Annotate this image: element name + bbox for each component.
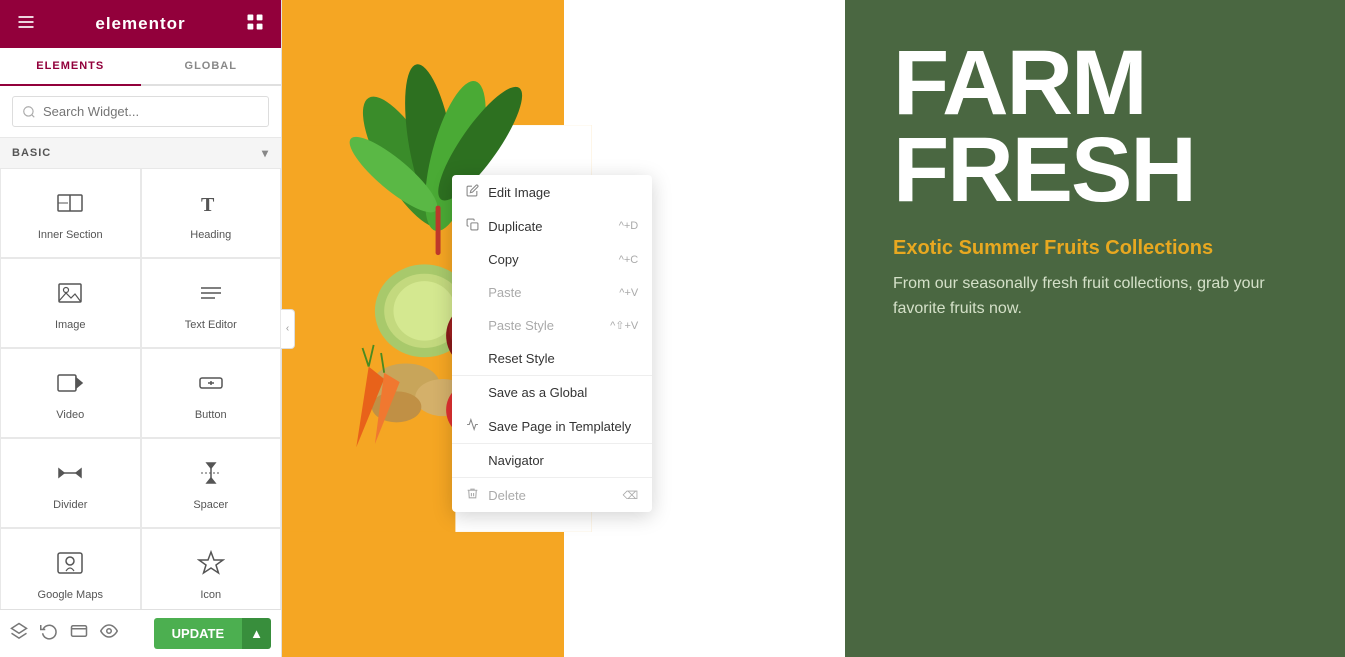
- google-maps-icon: [56, 549, 84, 581]
- left-panel: elementor ELEMENTS GLOBAL BASIC ▾ Inner …: [0, 0, 282, 657]
- history-icon[interactable]: [40, 622, 58, 645]
- widget-inner-section[interactable]: Inner Section: [0, 168, 141, 258]
- widget-google-maps[interactable]: Google Maps: [0, 528, 141, 609]
- widget-heading[interactable]: T Heading: [141, 168, 282, 258]
- collapse-panel-handle[interactable]: ‹: [281, 309, 295, 349]
- heading-icon: T: [197, 189, 225, 221]
- widget-button[interactable]: Button: [141, 348, 282, 438]
- search-input[interactable]: [12, 96, 269, 127]
- title-line2: FRESH: [893, 127, 1297, 214]
- update-dropdown-button[interactable]: ▲: [242, 618, 271, 649]
- search-box: [0, 86, 281, 138]
- text-editor-icon: [197, 279, 225, 311]
- basic-section-label: BASIC ▾: [0, 138, 281, 168]
- context-menu-copy[interactable]: Copy ^+C: [452, 243, 652, 276]
- edit-image-icon: [466, 184, 480, 200]
- main-canvas: Edit Image Duplicate ^+D Copy ^+C Paste: [282, 0, 845, 657]
- image-icon: [56, 279, 84, 311]
- context-menu-duplicate[interactable]: Duplicate ^+D: [452, 209, 652, 243]
- bottom-toolbar: UPDATE ▲: [0, 609, 281, 657]
- delete-icon: [466, 487, 480, 503]
- context-menu-navigator[interactable]: Navigator: [452, 443, 652, 477]
- delete-label: Delete: [488, 488, 526, 503]
- copy-shortcut: ^+C: [619, 254, 639, 266]
- save-templately-icon: [466, 418, 480, 434]
- chevron-icon[interactable]: ▾: [262, 146, 269, 160]
- title-line1: FARM: [893, 40, 1297, 127]
- widget-grid: Inner Section T Heading Image Text Edito…: [0, 168, 281, 609]
- widget-icon-label: Icon: [200, 589, 221, 601]
- widget-video[interactable]: Video: [0, 348, 141, 438]
- widget-video-label: Video: [56, 409, 84, 421]
- duplicate-icon: [466, 218, 480, 234]
- widget-heading-label: Heading: [190, 229, 231, 241]
- button-icon: [197, 369, 225, 401]
- tab-global[interactable]: GLOBAL: [141, 48, 282, 84]
- hamburger-icon[interactable]: [16, 12, 36, 37]
- right-panel: FARM FRESH Exotic Summer Fruits Collecti…: [845, 0, 1345, 657]
- context-menu-paste-style: Paste Style ^⇧+V: [452, 309, 652, 342]
- context-menu: Edit Image Duplicate ^+D Copy ^+C Paste: [452, 175, 652, 512]
- spacer-icon: [197, 459, 225, 491]
- widget-image[interactable]: Image: [0, 258, 141, 348]
- responsive-icon[interactable]: [70, 622, 88, 645]
- duplicate-shortcut: ^+D: [619, 220, 639, 232]
- top-bar: elementor: [0, 0, 281, 48]
- subtitle: Exotic Summer Fruits Collections: [893, 235, 1297, 261]
- layers-icon[interactable]: [10, 622, 28, 645]
- widget-button-label: Button: [195, 409, 227, 421]
- context-menu-edit-image[interactable]: Edit Image: [452, 175, 652, 209]
- update-button[interactable]: UPDATE: [154, 618, 242, 649]
- widget-icon[interactable]: Icon: [141, 528, 282, 609]
- widget-divider[interactable]: Divider: [0, 438, 141, 528]
- panel-tabs: ELEMENTS GLOBAL: [0, 48, 281, 86]
- tab-elements[interactable]: ELEMENTS: [0, 48, 141, 86]
- widget-image-label: Image: [55, 319, 86, 331]
- widget-divider-label: Divider: [53, 499, 87, 511]
- farm-fresh-title: FARM FRESH: [893, 40, 1297, 215]
- elementor-logo: elementor: [95, 14, 185, 34]
- save-global-label: Save as a Global: [488, 385, 587, 400]
- tool-icons: [10, 622, 118, 645]
- svg-text:T: T: [201, 194, 215, 216]
- video-icon: [56, 369, 84, 401]
- inner-section-icon: [56, 189, 84, 221]
- paste-label: Paste: [488, 285, 521, 300]
- basic-label: BASIC: [12, 147, 51, 159]
- paste-shortcut: ^+V: [619, 287, 638, 299]
- widget-text-editor-label: Text Editor: [185, 319, 237, 331]
- reset-style-label: Reset Style: [488, 351, 554, 366]
- paste-style-shortcut: ^⇧+V: [610, 319, 638, 332]
- grid-icon[interactable]: [245, 12, 265, 37]
- widget-spacer[interactable]: Spacer: [141, 438, 282, 528]
- context-menu-paste: Paste ^+V: [452, 276, 652, 309]
- context-menu-save-templately[interactable]: Save Page in Templately: [452, 409, 652, 443]
- copy-label: Copy: [488, 252, 518, 267]
- navigator-label: Navigator: [488, 453, 544, 468]
- eye-icon[interactable]: [100, 622, 118, 645]
- edit-image-label: Edit Image: [488, 185, 550, 200]
- update-button-group: UPDATE ▲: [154, 618, 271, 649]
- paste-style-label: Paste Style: [488, 318, 554, 333]
- widget-google-maps-label: Google Maps: [38, 589, 103, 601]
- delete-shortcut: ⌫: [623, 489, 639, 502]
- icon-widget-icon: [197, 549, 225, 581]
- save-templately-label: Save Page in Templately: [488, 419, 631, 434]
- divider-icon: [56, 459, 84, 491]
- widget-text-editor[interactable]: Text Editor: [141, 258, 282, 348]
- widget-inner-section-label: Inner Section: [38, 229, 103, 241]
- description: From our seasonally fresh fruit collecti…: [893, 271, 1297, 322]
- context-menu-reset-style[interactable]: Reset Style: [452, 342, 652, 375]
- widget-spacer-label: Spacer: [193, 499, 228, 511]
- duplicate-label: Duplicate: [488, 219, 542, 234]
- context-menu-save-global[interactable]: Save as a Global: [452, 375, 652, 409]
- context-menu-delete[interactable]: Delete ⌫: [452, 477, 652, 512]
